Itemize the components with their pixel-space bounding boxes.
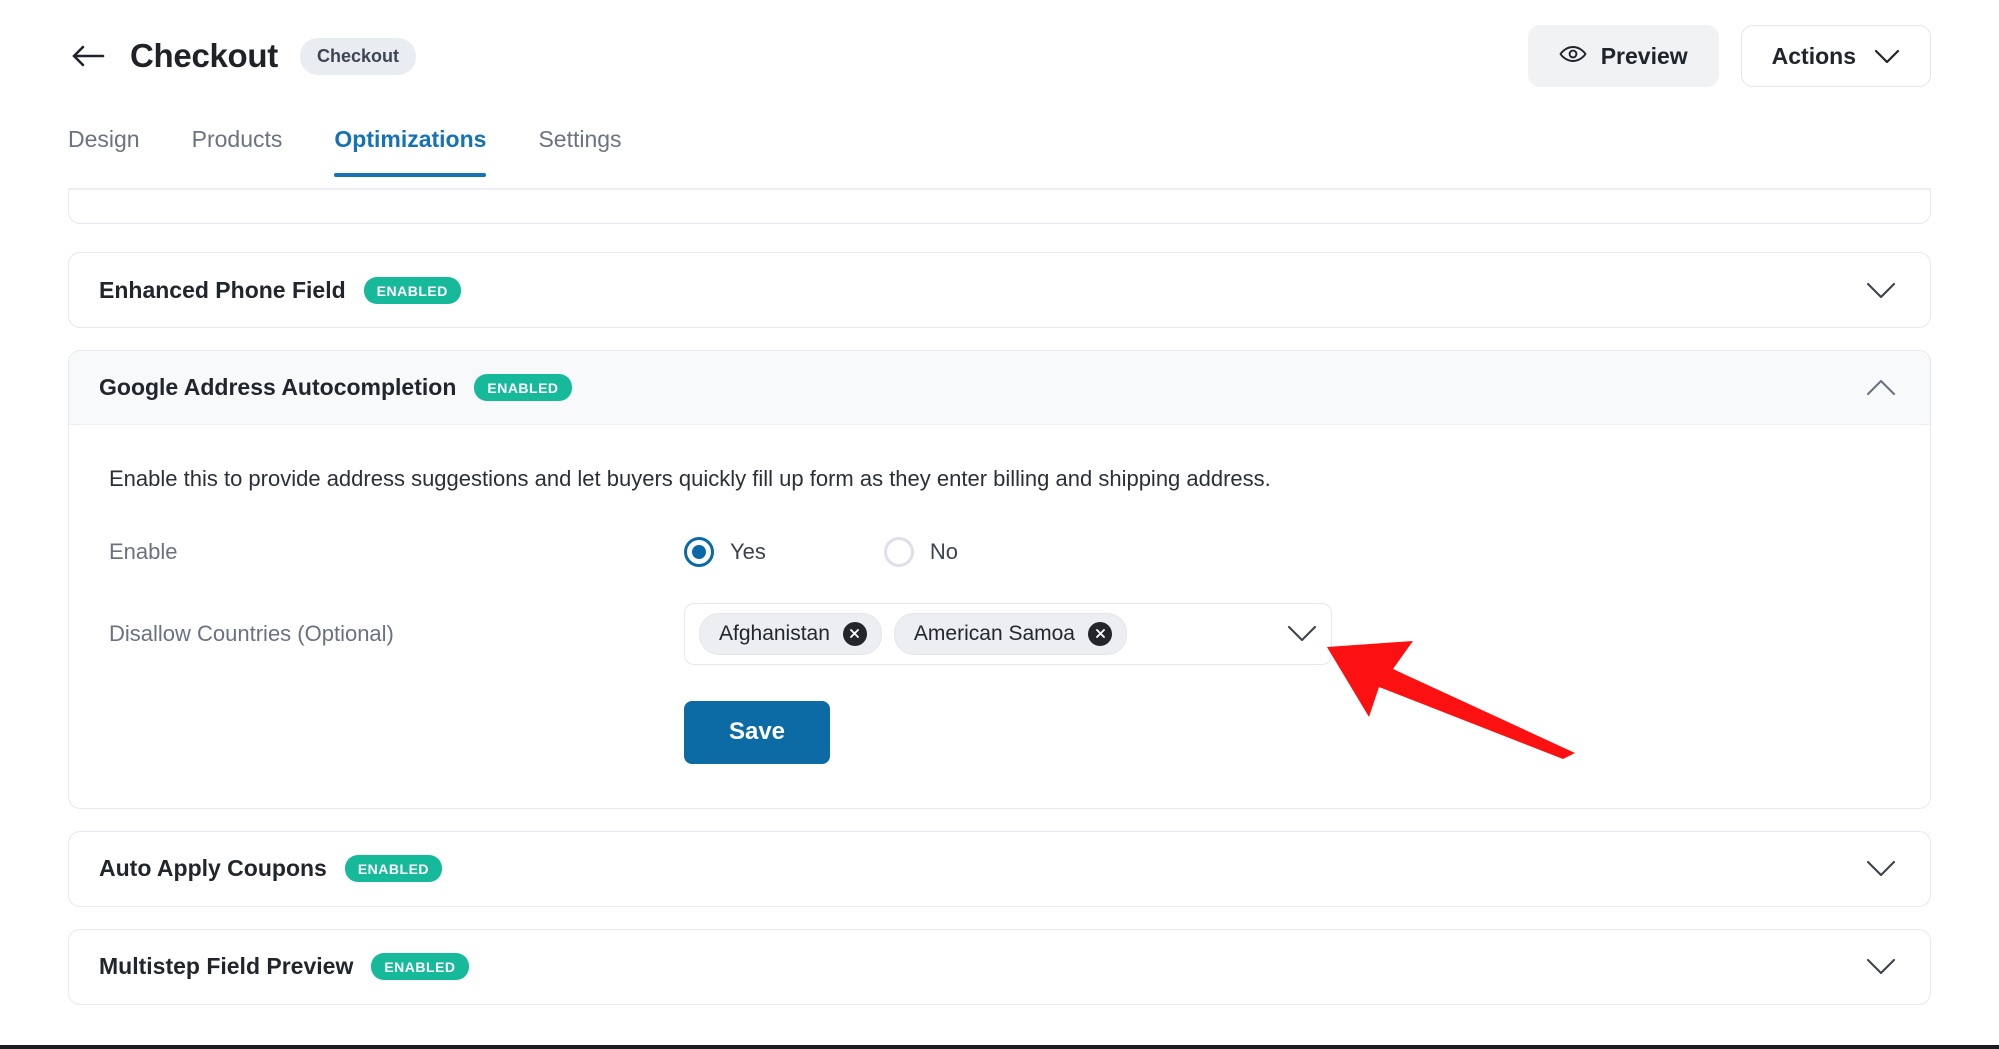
status-badge: ENABLED — [363, 276, 461, 304]
enable-field-row: Enable Yes No — [109, 536, 1890, 567]
tab-optimizations[interactable]: Optimizations — [334, 118, 487, 177]
enable-field-label: Enable — [109, 538, 178, 564]
page-header: Checkout Checkout Preview Actions — [0, 0, 1999, 112]
accordion-title: Auto Apply Coupons — [99, 855, 327, 882]
chevron-up-icon[interactable] — [1864, 371, 1898, 405]
accordion-item-multistep-field-preview: Multistep Field Preview ENABLED — [68, 928, 1931, 1005]
chevron-down-icon[interactable] — [1864, 852, 1898, 886]
accordion-title: Google Address Autocompletion — [99, 374, 457, 400]
accordion-header[interactable]: Auto Apply Coupons ENABLED — [69, 832, 1930, 906]
page-title: Checkout — [130, 37, 278, 74]
accordion-item-enhanced-phone-field: Enhanced Phone Field ENABLED — [68, 252, 1931, 328]
accordion-title: Enhanced Phone Field — [99, 276, 346, 303]
accordion-title: Multistep Field Preview — [99, 953, 354, 980]
chevron-down-icon[interactable] — [1864, 950, 1898, 984]
viewport-bottom-edge — [0, 1045, 1999, 1049]
radio-option-yes[interactable]: Yes — [684, 536, 766, 567]
country-chip[interactable]: Afghanistan — [699, 612, 882, 655]
optimizations-list: Enhanced Phone Field ENABLED Google Addr… — [68, 190, 1931, 1027]
radio-option-no[interactable]: No — [883, 536, 959, 567]
actions-button[interactable]: Actions — [1740, 25, 1931, 87]
country-chip-label: American Samoa — [913, 621, 1075, 645]
status-badge: ENABLED — [371, 953, 469, 981]
disallow-countries-row: Disallow Countries (Optional) Afghanista… — [109, 602, 1890, 665]
preview-button[interactable]: Preview — [1527, 25, 1719, 87]
accordion-header[interactable]: Multistep Field Preview ENABLED — [69, 930, 1930, 1004]
disallow-countries-multiselect[interactable]: Afghanistan American Samoa — [684, 602, 1332, 665]
actions-button-label: Actions — [1771, 42, 1856, 69]
tab-bar: Design Products Optimizations Settings — [68, 118, 1931, 190]
chevron-down-icon[interactable] — [1285, 617, 1319, 651]
page-title-badge: Checkout — [299, 37, 416, 75]
country-chip[interactable]: American Samoa — [893, 612, 1127, 655]
panel-description: Enable this to provide address suggestio… — [109, 466, 1271, 491]
radio-dot — [692, 544, 706, 559]
header-actions-group: Preview Actions — [1527, 25, 1931, 87]
chevron-down-icon[interactable] — [1864, 273, 1898, 307]
tab-settings[interactable]: Settings — [538, 118, 621, 175]
radio-label-no: No — [929, 538, 959, 564]
tab-products[interactable]: Products — [192, 118, 283, 175]
status-badge: ENABLED — [474, 374, 572, 401]
accordion-header-expanded[interactable]: Google Address Autocompletion ENABLED — [69, 351, 1930, 425]
close-circle-icon[interactable] — [1088, 621, 1112, 646]
disallow-countries-label: Disallow Countries (Optional) — [109, 620, 394, 646]
radio-label-yes: Yes — [730, 538, 766, 564]
chevron-down-icon — [1874, 43, 1900, 70]
back-arrow-icon[interactable] — [68, 36, 108, 76]
tab-design[interactable]: Design — [68, 118, 140, 175]
accordion-item-google-address-autocompletion: Google Address Autocompletion ENABLED En… — [68, 350, 1931, 809]
status-badge: ENABLED — [344, 855, 443, 883]
save-button[interactable]: Save — [684, 700, 830, 764]
checkout-optimizations-page: Checkout Checkout Preview Actions Design… — [0, 0, 1999, 1049]
country-chip-label: Afghanistan — [719, 621, 830, 645]
scrolled-card-partial[interactable] — [68, 190, 1931, 224]
accordion-panel-body: Enable this to provide address suggestio… — [69, 425, 1930, 808]
eye-icon — [1559, 43, 1587, 70]
close-circle-icon[interactable] — [842, 621, 867, 646]
header-left-group: Checkout Checkout — [68, 36, 416, 76]
accordion-header[interactable]: Enhanced Phone Field ENABLED — [69, 253, 1930, 327]
preview-button-label: Preview — [1600, 42, 1688, 69]
radio-circle-yes — [684, 536, 714, 567]
save-row: Save — [109, 700, 1890, 764]
accordion-item-auto-apply-coupons: Auto Apply Coupons ENABLED — [68, 830, 1931, 907]
enable-radio-group: Yes No — [684, 536, 1076, 567]
radio-circle-no — [883, 536, 914, 567]
